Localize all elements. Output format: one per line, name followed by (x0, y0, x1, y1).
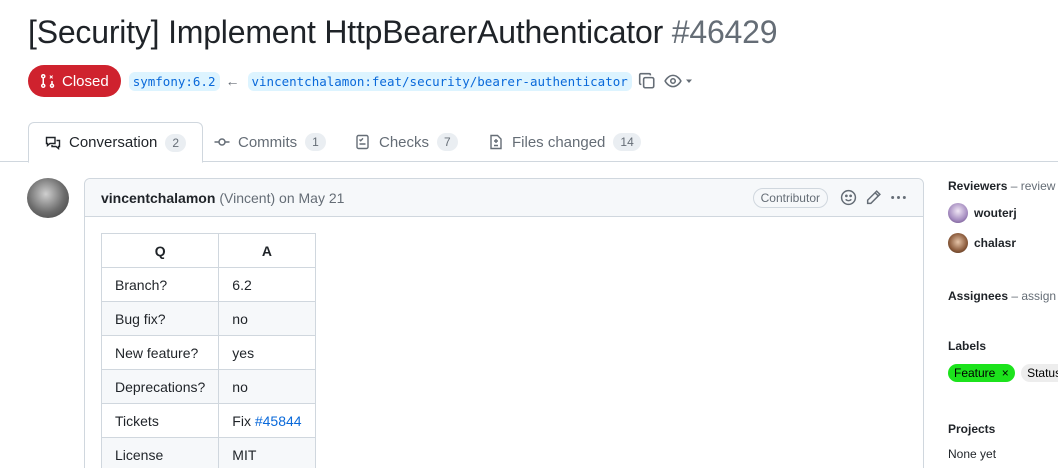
table-cell-a: no (218, 369, 316, 404)
table-row: New feature? yes (100, 335, 316, 370)
tab-label: Conversation (69, 134, 158, 151)
pr-title-row: [Security] Implement HttpBearerAuthentic… (28, 14, 778, 51)
comment-header: vincentchalamon (Vincent) on May 21 Cont… (85, 179, 923, 217)
table-header: A (218, 233, 316, 268)
kebab-horizontal-icon[interactable] (890, 189, 907, 206)
triangle-down-icon (685, 79, 692, 83)
comment-actions (840, 189, 907, 206)
state-label: Closed (62, 72, 109, 90)
table-cell-q: Bug fix? (100, 301, 220, 336)
reviewers-hint: – review (1010, 179, 1056, 193)
pencil-icon[interactable] (865, 189, 882, 206)
file-diff-icon (490, 134, 502, 150)
git-commit-icon (214, 138, 230, 146)
table-row: License MIT (100, 437, 316, 468)
projects-heading[interactable]: Projects (948, 422, 995, 436)
pr-title: [Security] Implement HttpBearerAuthentic… (28, 14, 664, 50)
tab-conversation[interactable]: Conversation 2 (28, 122, 204, 163)
table-row: Deprecations? no (100, 369, 316, 404)
comment-author-detail: (Vincent) on May 21 (219, 189, 345, 206)
issue-link[interactable]: #45844 (255, 413, 302, 429)
projects-title: Projects (948, 422, 996, 436)
git-pull-request-closed-icon (41, 74, 55, 89)
tab-counter: 1 (305, 133, 326, 151)
table-cell-a: 6.2 (218, 267, 316, 302)
tab-label: Commits (238, 133, 298, 151)
table-row: Branch? 6.2 (100, 267, 316, 302)
comment-box: vincentchalamon (Vincent) on May 21 Cont… (84, 178, 924, 468)
tab-counter: 2 (165, 133, 187, 152)
pr-meta-row: Closed symfony:6.2 ← vincentchalamon:fea… (28, 65, 694, 97)
arrow-left-icon: ← (225, 73, 240, 89)
table-cell-a: no (218, 301, 316, 336)
head-branch[interactable]: vincentchalamon:feat/security/bearer-aut… (247, 71, 632, 91)
table-cell-q: Deprecations? (100, 369, 220, 404)
assignees-heading[interactable]: Assignees – assign (948, 289, 1056, 303)
close-icon[interactable]: × (1002, 366, 1009, 380)
table-cell-a: MIT (218, 437, 316, 468)
tab-counter: 14 (613, 133, 641, 151)
table-row: Bug fix? no (100, 301, 316, 336)
reviewers-title: Reviewers (948, 179, 1008, 193)
ticket-prefix: Fix (232, 412, 255, 429)
assignees-title: Assignees (948, 289, 1009, 303)
avatar (948, 203, 968, 223)
tab-label: Checks (379, 133, 430, 151)
watch-dropdown[interactable] (664, 72, 694, 90)
label-feature[interactable]: Feature × (948, 364, 1015, 382)
labels-title: Labels (948, 339, 987, 353)
comment-discussion-icon (45, 136, 61, 150)
reviewer-name: chalasr (974, 236, 1017, 250)
reviewer-item[interactable]: wouterj (948, 203, 1017, 223)
reviewer-name: wouterj (974, 206, 1017, 220)
avatar (948, 233, 968, 253)
qa-table: Q A Branch? 6.2 Bug fix? no New feature?… (100, 233, 316, 468)
checklist-icon (356, 134, 369, 150)
table-row: Tickets Fix #45844 (100, 403, 316, 438)
state-badge: Closed (28, 65, 121, 97)
table-cell-q: New feature? (100, 335, 220, 370)
assignees-hint: – assign (1011, 289, 1057, 303)
table-cell-q: Branch? (100, 267, 220, 302)
label-status[interactable]: Status (1021, 364, 1058, 382)
tab-checks[interactable]: Checks 7 (339, 122, 474, 162)
reviewer-item[interactable]: chalasr (948, 233, 1016, 253)
table-cell-q: License (100, 437, 220, 468)
reviewers-heading[interactable]: Reviewers – review (948, 179, 1055, 193)
label-name: Status (1027, 366, 1058, 380)
labels-list: Feature × Status (948, 364, 1058, 382)
tab-label: Files changed (512, 133, 606, 151)
avatar[interactable] (27, 178, 69, 218)
eye-icon (664, 74, 682, 88)
tab-files-changed[interactable]: Files changed 14 (472, 122, 657, 162)
table-cell-a: yes (218, 335, 316, 370)
table-cell-q: Tickets (100, 403, 220, 438)
role-badge: Contributor (752, 187, 828, 208)
pr-tabs: Conversation 2 Commits 1 Checks 7 Files … (0, 122, 1058, 163)
tab-commits[interactable]: Commits 1 (198, 122, 342, 162)
label-name: Feature (954, 366, 996, 380)
labels-heading[interactable]: Labels (948, 339, 986, 353)
copy-icon[interactable] (638, 72, 656, 90)
table-header: Q (100, 233, 220, 268)
table-header-row: Q A (100, 233, 316, 268)
table-cell-a: Fix #45844 (218, 403, 316, 438)
projects-value: None yet (948, 447, 997, 461)
pr-number: #46429 (671, 14, 778, 50)
smiley-icon[interactable] (840, 189, 857, 206)
comment-author[interactable]: vincentchalamon (101, 190, 215, 206)
tab-counter: 7 (437, 133, 458, 151)
base-branch[interactable]: symfony:6.2 (128, 71, 220, 91)
